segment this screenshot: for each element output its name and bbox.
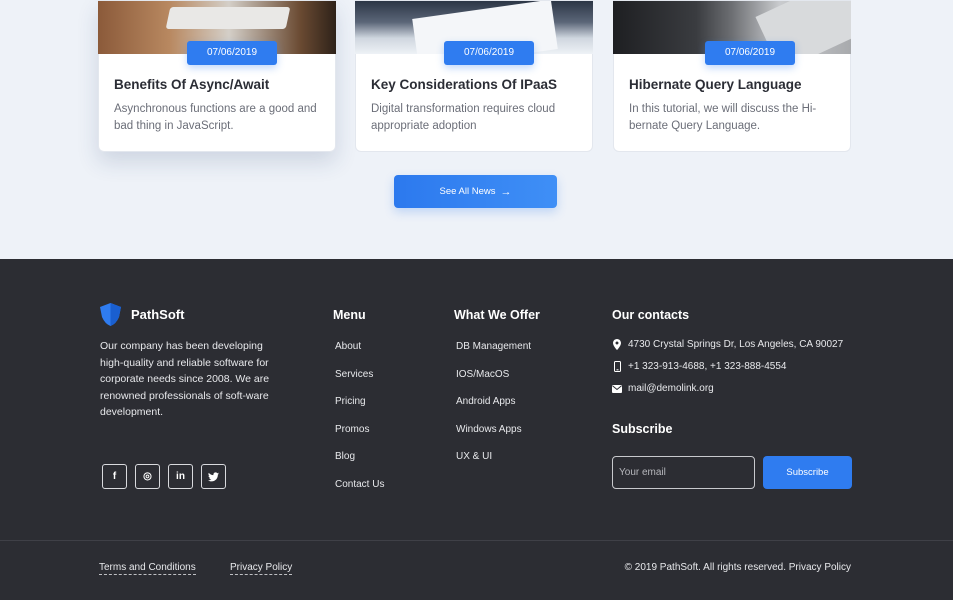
menu-heading: Menu — [333, 308, 366, 322]
footer-link-about[interactable]: About — [335, 339, 384, 367]
subscribe-button[interactable]: Subscribe — [763, 456, 852, 489]
footer-link-blog[interactable]: Blog — [335, 449, 384, 477]
contact-address: 4730 Crystal Springs Dr, Los Angeles, CA… — [612, 339, 843, 350]
company-description: Our company has been developing high-qua… — [100, 340, 270, 418]
footer-link-promos[interactable]: Promos — [335, 422, 384, 450]
news-card-title[interactable]: Benefits Of Async/Await — [114, 77, 269, 92]
menu-links: About Services Pricing Promos Blog Conta… — [335, 339, 384, 504]
contact-phones: +1 323-913-4688, +1 323-888-4554 — [612, 361, 786, 372]
subscribe-heading: Subscribe — [612, 422, 673, 436]
subscribe-email-input[interactable] — [612, 456, 755, 489]
footer-brand[interactable]: PathSoft — [98, 302, 184, 327]
offer-heading: What We Offer — [454, 308, 540, 322]
news-card-title[interactable]: Key Considerations Of IPaaS — [371, 77, 557, 92]
news-section: 07/06/2019 Benefits Of Async/Await Async… — [0, 0, 953, 259]
footer-divider — [0, 540, 953, 541]
arrow-right-icon: → — [500, 185, 512, 198]
footer-link-db-management[interactable]: DB Management — [456, 339, 531, 367]
footer-link-windows-apps[interactable]: Windows Apps — [456, 422, 531, 450]
footer-link-contact[interactable]: Contact Us — [335, 477, 384, 505]
see-all-news-button[interactable]: See All News → — [394, 175, 557, 208]
twitter-icon[interactable] — [201, 464, 226, 489]
news-card-title[interactable]: Hibernate Query Language — [629, 77, 802, 92]
phones-text[interactable]: +1 323-913-4688, +1 323-888-4554 — [628, 361, 786, 372]
footer-link-ux-ui[interactable]: UX & UI — [456, 449, 531, 477]
copyright-text: © 2019 PathSoft. All rights reserved. Pr… — [624, 562, 851, 573]
mail-icon — [612, 384, 622, 393]
news-date-badge: 07/06/2019 — [444, 41, 534, 65]
social-links: f ◎ in — [102, 464, 226, 489]
news-card-excerpt: Asynchronous functions are a good and ba… — [114, 103, 317, 132]
footer-link-ios-macos[interactable]: IOS/MacOS — [456, 367, 531, 395]
news-date-badge: 07/06/2019 — [187, 41, 277, 65]
phone-icon — [612, 361, 622, 372]
email-text[interactable]: mail@demolink.org — [628, 383, 714, 394]
footer-link-pricing[interactable]: Pricing — [335, 394, 384, 422]
news-card-excerpt: In this tutorial, we will discuss the Hi… — [629, 103, 817, 132]
facebook-icon[interactable]: f — [102, 464, 127, 489]
news-date-badge: 07/06/2019 — [705, 41, 795, 65]
news-card[interactable]: 07/06/2019 Benefits Of Async/Await Async… — [98, 0, 336, 152]
news-card[interactable]: 07/06/2019 Hibernate Query Language In t… — [613, 0, 851, 152]
instagram-icon[interactable]: ◎ — [135, 464, 160, 489]
shield-logo-icon — [100, 303, 121, 326]
brand-name: PathSoft — [131, 307, 185, 322]
footer-link-services[interactable]: Services — [335, 367, 384, 395]
twitter-bird-icon — [208, 471, 219, 481]
offer-links: DB Management IOS/MacOS Android Apps Win… — [456, 339, 531, 477]
footer-link-android-apps[interactable]: Android Apps — [456, 394, 531, 422]
site-footer: PathSoft Our company has been developing… — [0, 259, 953, 600]
privacy-link[interactable]: Privacy Policy — [230, 562, 293, 575]
news-card[interactable]: 07/06/2019 Key Considerations Of IPaaS D… — [355, 0, 593, 152]
news-card-excerpt: Digital transformation requires cloud ap… — [371, 103, 556, 132]
terms-link[interactable]: Terms and Conditions — [99, 562, 196, 575]
address-text: 4730 Crystal Springs Dr, Los Angeles, CA… — [628, 339, 844, 350]
linkedin-icon[interactable]: in — [168, 464, 193, 489]
see-all-news-label: See All News — [439, 186, 496, 197]
map-pin-icon — [612, 339, 622, 350]
contacts-heading: Our contacts — [612, 308, 690, 322]
contact-email: mail@demolink.org — [612, 383, 714, 394]
